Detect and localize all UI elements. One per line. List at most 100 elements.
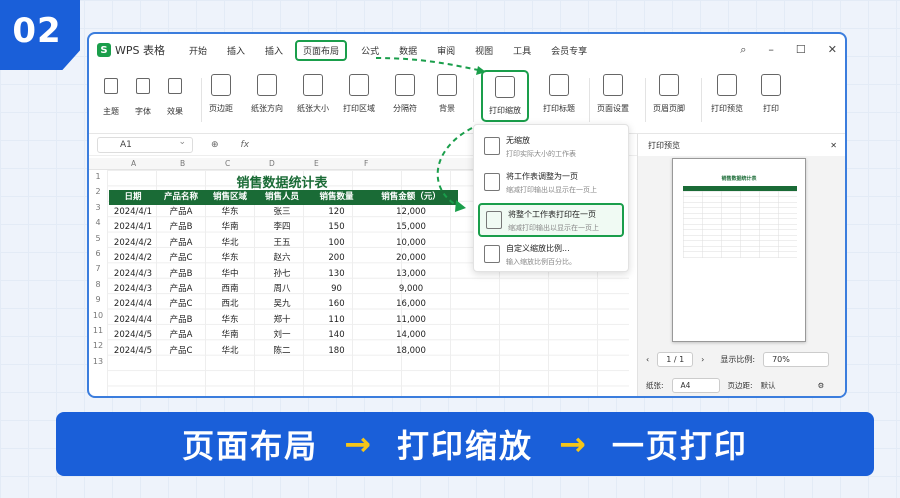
table-cell[interactable]: 李四 — [255, 220, 309, 235]
row-header[interactable]: 11 — [89, 326, 107, 335]
paper-select[interactable]: A4 — [671, 378, 720, 393]
table-cell[interactable]: 180 — [309, 344, 364, 359]
maximize-icon[interactable]: ☐ — [796, 43, 806, 57]
table-cell[interactable]: 2024/4/4 — [109, 313, 157, 328]
table-cell[interactable]: 产品A — [157, 328, 205, 343]
row-header[interactable]: 2 — [89, 187, 107, 196]
table-cell[interactable]: 14,000 — [364, 328, 458, 343]
ribbon-paper-size-button[interactable]: 纸张大小 — [297, 74, 329, 114]
menu-insert-2[interactable]: 插入 — [265, 44, 283, 57]
table-cell[interactable]: 2024/4/1 — [109, 205, 157, 220]
menu-page-layout[interactable]: 页面布局 — [295, 39, 348, 61]
table-cell[interactable]: 产品C — [157, 297, 205, 312]
close-icon[interactable]: ✕ — [828, 43, 837, 57]
row-header[interactable]: 5 — [89, 234, 107, 243]
dropdown-custom-scale[interactable]: 自定义缩放比例... 输入缩放比例百分比。 — [478, 239, 624, 273]
table-cell[interactable]: 华北 — [205, 344, 255, 359]
table-cell[interactable]: 郑十 — [255, 313, 309, 328]
ribbon-print-titles-button[interactable]: 打印标题 — [543, 74, 575, 114]
ribbon-print-scale-button[interactable]: 打印缩放 — [481, 70, 529, 122]
table-cell[interactable]: 13,000 — [364, 267, 458, 282]
ribbon-print-preview-button[interactable]: 打印预览 — [711, 74, 743, 114]
table-cell[interactable]: 150 — [309, 220, 364, 235]
fx-icon[interactable]: fx — [241, 140, 250, 150]
table-cell[interactable]: 2024/4/4 — [109, 297, 157, 312]
ribbon-background-button[interactable]: 背景 — [437, 74, 457, 114]
table-cell[interactable]: 9,000 — [364, 282, 458, 297]
table-header-cell[interactable]: 销售金额（元） — [364, 190, 458, 205]
table-cell[interactable]: 产品A — [157, 205, 205, 220]
dropdown-fit-sheet[interactable]: 将工作表调整为一页 缩减打印输出以显示在一页上 — [478, 167, 624, 201]
row-header[interactable]: 8 — [89, 280, 107, 289]
table-cell[interactable]: 产品B — [157, 267, 205, 282]
menu-tools[interactable]: 工具 — [513, 44, 531, 57]
table-cell[interactable]: 产品A — [157, 236, 205, 251]
chevron-left-icon[interactable]: ‹ — [646, 355, 649, 364]
table-header-cell[interactable]: 销售人员 — [255, 190, 309, 205]
table-cell[interactable]: 2024/4/5 — [109, 344, 157, 359]
dropdown-no-scale[interactable]: 无缩放 打印实际大小的工作表 — [478, 131, 624, 165]
table-cell[interactable]: 张三 — [255, 205, 309, 220]
row-header[interactable]: 1 — [89, 172, 107, 181]
table-cell[interactable]: 刘一 — [255, 328, 309, 343]
ribbon-margins-button[interactable]: 页边距 — [209, 74, 233, 114]
table-cell[interactable]: 西南 — [205, 282, 255, 297]
table-cell[interactable]: 孙七 — [255, 267, 309, 282]
table-cell[interactable]: 10,000 — [364, 236, 458, 251]
table-cell[interactable]: 华北 — [205, 236, 255, 251]
ribbon-print-area-button[interactable]: 打印区域 — [343, 74, 375, 114]
table-cell[interactable]: 陈二 — [255, 344, 309, 359]
table-cell[interactable]: 2024/4/3 — [109, 282, 157, 297]
table-cell[interactable]: 110 — [309, 313, 364, 328]
table-cell[interactable]: 12,000 — [364, 205, 458, 220]
table-cell[interactable]: 产品A — [157, 282, 205, 297]
ribbon-page-setup-button[interactable]: 页面设置 — [597, 74, 629, 114]
table-cell[interactable]: 11,000 — [364, 313, 458, 328]
table-cell[interactable]: 16,000 — [364, 297, 458, 312]
table-cell[interactable]: 2024/4/2 — [109, 251, 157, 266]
row-header[interactable]: 7 — [89, 264, 107, 273]
zoom-icon[interactable]: ⊕ — [211, 140, 219, 150]
table-header-cell[interactable]: 销售区域 — [205, 190, 255, 205]
row-header[interactable]: 12 — [89, 341, 107, 350]
table-cell[interactable]: 140 — [309, 328, 364, 343]
table-cell[interactable]: 吴九 — [255, 297, 309, 312]
table-cell[interactable]: 2024/4/5 — [109, 328, 157, 343]
table-cell[interactable]: 华东 — [205, 205, 255, 220]
search-icon[interactable]: ⌕ — [740, 43, 746, 57]
menu-view[interactable]: 视图 — [475, 44, 493, 57]
menu-data[interactable]: 数据 — [399, 44, 417, 57]
table-cell[interactable]: 120 — [309, 205, 364, 220]
ribbon-print-button[interactable]: 打印 — [761, 74, 781, 114]
menu-member[interactable]: 会员专享 — [551, 44, 587, 57]
table-cell[interactable]: 2024/4/2 — [109, 236, 157, 251]
table-cell[interactable]: 产品B — [157, 220, 205, 235]
table-cell[interactable]: 产品C — [157, 344, 205, 359]
minimize-icon[interactable]: – — [768, 43, 774, 57]
table-cell[interactable]: 18,000 — [364, 344, 458, 359]
gear-icon[interactable]: ⚙ — [818, 381, 825, 390]
menu-home[interactable]: 开始 — [189, 44, 207, 57]
row-header[interactable]: 6 — [89, 249, 107, 258]
cell-reference-box[interactable]: A1 — [97, 135, 193, 153]
menu-formula[interactable]: 公式 — [361, 44, 379, 57]
table-cell[interactable]: 130 — [309, 267, 364, 282]
table-header-cell[interactable]: 日期 — [109, 190, 157, 205]
row-header[interactable]: 13 — [89, 357, 107, 366]
table-cell[interactable]: 200 — [309, 251, 364, 266]
table-cell[interactable]: 15,000 — [364, 220, 458, 235]
ribbon-orientation-button[interactable]: 纸张方向 — [251, 74, 283, 114]
menu-review[interactable]: 审阅 — [437, 44, 455, 57]
table-cell[interactable]: 华南 — [205, 328, 255, 343]
row-header[interactable]: 9 — [89, 295, 107, 304]
table-cell[interactable]: 2024/4/1 — [109, 220, 157, 235]
ribbon-effect-button[interactable]: 效果 — [167, 74, 183, 117]
table-cell[interactable]: 周八 — [255, 282, 309, 297]
table-cell[interactable]: 华东 — [205, 313, 255, 328]
menu-insert[interactable]: 插入 — [227, 44, 245, 57]
ribbon-breaks-button[interactable]: 分隔符 — [393, 74, 417, 114]
table-cell[interactable]: 90 — [309, 282, 364, 297]
table-cell[interactable]: 2024/4/3 — [109, 267, 157, 282]
table-header-cell[interactable]: 产品名称 — [157, 190, 205, 205]
row-header[interactable]: 4 — [89, 218, 107, 227]
